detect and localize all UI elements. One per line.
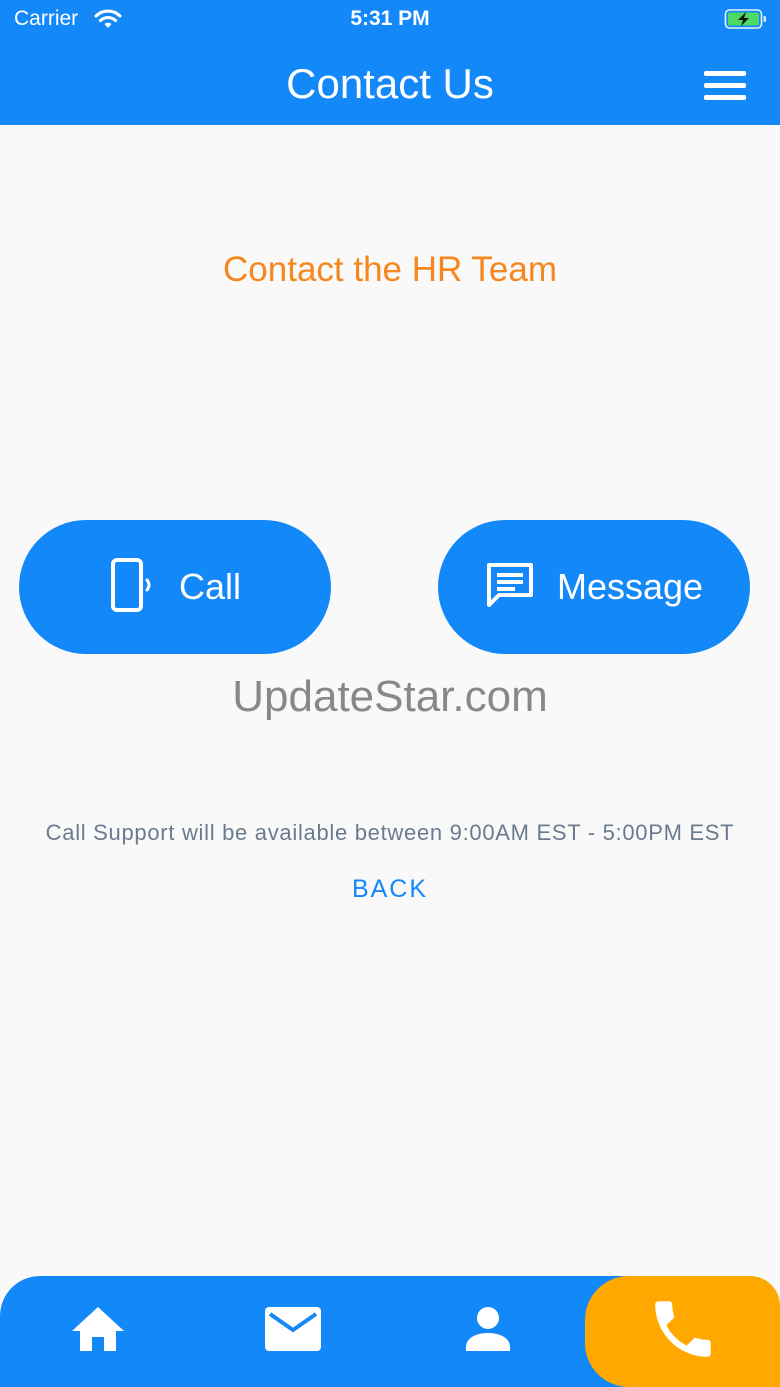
call-button-label: Call: [178, 566, 241, 607]
watermark-text: UpdateStar.com: [232, 672, 548, 721]
chat-message-icon: [485, 561, 535, 614]
battery-charging-icon: [724, 8, 768, 35]
bottom-tab-bar: [0, 1276, 780, 1387]
call-button[interactable]: Call: [19, 520, 331, 654]
mail-icon: [264, 1306, 322, 1357]
section-title: Contact the HR Team: [223, 250, 557, 289]
message-button[interactable]: Message: [438, 520, 750, 654]
page-title: Contact Us: [286, 60, 494, 107]
hamburger-menu-icon[interactable]: [704, 68, 750, 104]
tab-mail[interactable]: [225, 1276, 360, 1387]
tab-profile[interactable]: [420, 1276, 555, 1387]
home-icon: [70, 1305, 126, 1358]
message-button-label: Message: [556, 566, 704, 607]
person-icon: [464, 1305, 512, 1358]
tab-home[interactable]: [30, 1276, 165, 1387]
support-hours-text: Call Support will be available between 9…: [45, 820, 735, 845]
tab-phone[interactable]: [585, 1276, 780, 1387]
phone-icon: [646, 1292, 720, 1371]
header: Carrier 5:31 PM Contact Us: [0, 0, 780, 125]
mobile-phone-vibrate-icon: [109, 557, 157, 617]
back-link[interactable]: BACK: [0, 875, 780, 904]
status-bar: Carrier 5:31 PM: [0, 0, 780, 40]
status-time: 5:31 PM: [350, 7, 430, 30]
